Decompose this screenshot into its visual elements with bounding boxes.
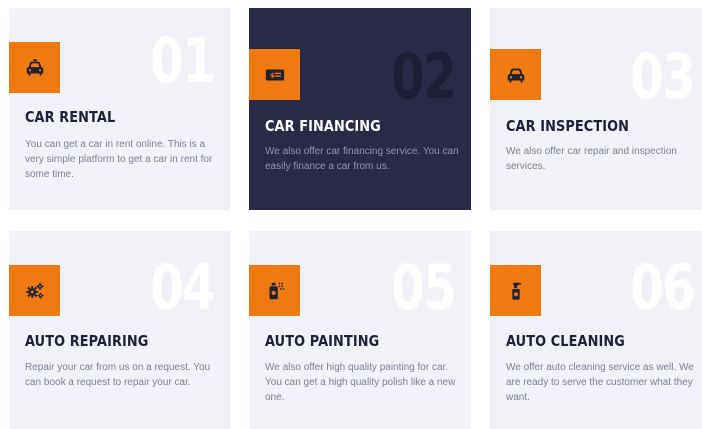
spray-paint-icon [269,282,284,299]
service-description: You can get a car in rent online. This i… [25,139,213,180]
service-number: 02 [390,40,457,113]
service-description: We offer auto cleaning service as well. … [506,362,694,403]
service-title: AUTO CLEANING [506,332,625,350]
service-number: 04 [149,251,216,324]
service-card-auto-cleaning[interactable]: 06 AUTO CLEANING We offer auto cleaning … [490,231,702,429]
service-icon-box [490,265,541,316]
service-number: 05 [390,251,457,324]
service-title: CAR INSPECTION [506,117,630,135]
service-card-car-rental[interactable]: 01 CAR RENTAL You can get a car in rent … [9,8,230,210]
service-description: Repair your car from us on a request. Yo… [25,362,211,388]
service-title: AUTO PAINTING [265,332,380,350]
service-title: AUTO REPAIRING [25,332,149,350]
car-icon [26,58,43,76]
svg-text:$: $ [269,71,274,79]
service-icon-box [490,49,541,100]
service-card-car-inspection[interactable]: 03 CAR INSPECTION We also offer car repa… [490,8,702,210]
service-card-car-financing[interactable]: 02 $ CAR FINANCING We also offer car fin… [249,8,471,210]
service-title: CAR FINANCING [265,117,381,135]
service-description: We also offer car repair and inspection … [506,146,677,172]
service-number: 01 [149,24,216,97]
service-icon-box [9,265,60,316]
service-description: We also offer high quality painting for … [265,362,456,403]
money-icon: $ [265,69,284,80]
service-number: 06 [629,251,696,324]
service-icon-box [9,42,60,93]
spray-bottle-icon [511,282,521,300]
service-number: 03 [629,40,696,113]
service-description: We also offer car financing service. You… [265,146,459,172]
service-icon-box [249,265,300,316]
car-icon [507,68,524,83]
service-card-auto-repairing[interactable]: 04 AUTO REPAIRING Repair your car from u… [9,231,230,429]
service-title: CAR RENTAL [25,108,116,126]
gears-icon [25,282,44,299]
service-icon-box: $ [249,49,300,100]
service-card-auto-painting[interactable]: 05 AUTO PAINTING We also offer high qual… [249,231,471,429]
